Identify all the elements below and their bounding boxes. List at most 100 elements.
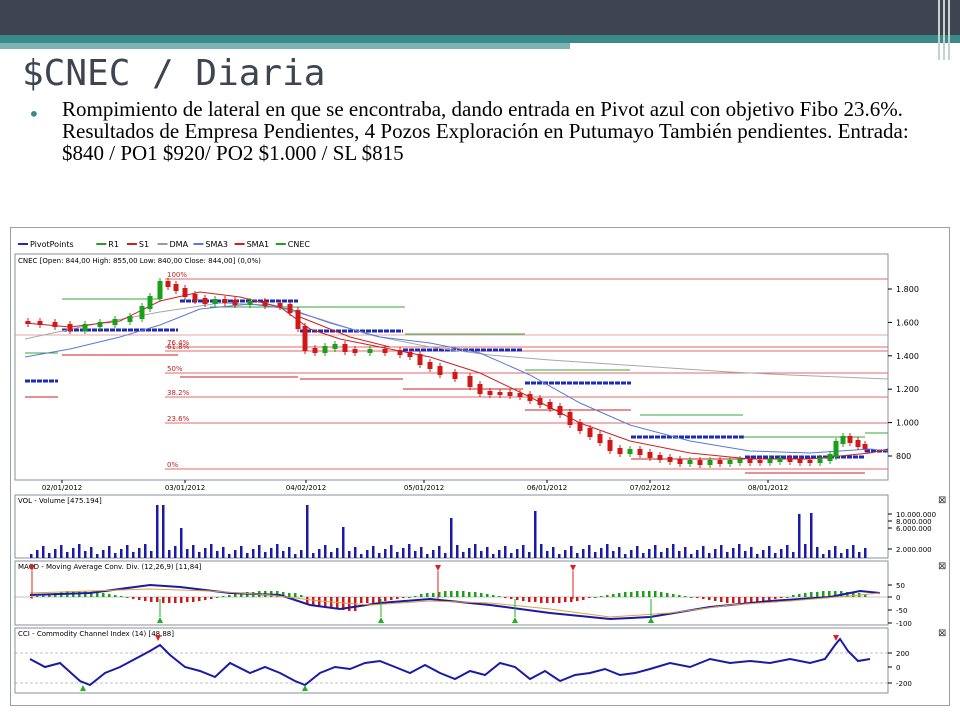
volume-bar-76 <box>486 547 489 558</box>
volume-bar-52 <box>342 527 345 558</box>
macd-ytick-3: -100 <box>896 620 912 628</box>
candle-10 <box>157 281 163 299</box>
candle-74 <box>827 454 833 461</box>
candle-2 <box>52 322 58 327</box>
macd-hist-16 <box>126 597 129 598</box>
macd-hist-128 <box>798 594 801 597</box>
volume-bar-64 <box>414 551 417 558</box>
price-ytick-1: 1.600 <box>896 318 919 327</box>
candle-44 <box>527 394 533 401</box>
volume-bar-124 <box>774 553 777 558</box>
macd-hist-22 <box>162 597 165 603</box>
volume-bar-16 <box>126 545 129 558</box>
volume-bar-133 <box>828 550 831 558</box>
corner-lines <box>936 0 960 60</box>
macd-hist-95 <box>600 596 603 597</box>
volume-bar-22 <box>162 505 165 558</box>
candle-70 <box>787 458 793 462</box>
price-xtick-5: 07/02/2012 <box>630 484 670 492</box>
fib-label-0: 100% <box>167 271 187 279</box>
macd-hist-109 <box>684 596 687 597</box>
candle-49 <box>577 422 583 431</box>
volume-bar-31 <box>216 551 219 558</box>
macd-hist-120 <box>750 597 753 602</box>
volume-label: VOL - Volume [475.194] <box>18 497 102 505</box>
macd-hist-98 <box>618 593 621 597</box>
volume-bar-19 <box>144 544 147 558</box>
macd-hist-127 <box>792 595 795 597</box>
volume-bar-14 <box>114 553 117 558</box>
macd-hist-123 <box>768 597 771 600</box>
macd-hist-64 <box>414 596 417 597</box>
macd-hist-122 <box>762 597 765 601</box>
candle-33 <box>407 352 413 357</box>
macd-hist-62 <box>402 597 405 598</box>
macd-hist-118 <box>738 597 741 603</box>
candle-64 <box>727 460 733 464</box>
candle-29 <box>352 349 358 353</box>
volume-bar-135 <box>840 553 843 558</box>
macd-hist-92 <box>582 597 585 600</box>
volume-bar-23 <box>168 550 171 558</box>
macd-hist-55 <box>360 597 363 603</box>
macd-hist-34 <box>234 594 237 597</box>
price-ytick-3: 1.200 <box>896 385 919 394</box>
macd-hist-15 <box>120 596 123 597</box>
volume-bar-47 <box>312 553 315 558</box>
volume-bar-105 <box>660 552 663 558</box>
macd-hist-125 <box>780 597 783 598</box>
volume-bar-41 <box>276 544 279 558</box>
volume-bar-90 <box>570 546 573 558</box>
legend-sma3: SMA3 <box>205 240 228 249</box>
volume-bar-66 <box>426 554 429 558</box>
volume-bar-136 <box>846 549 849 558</box>
macd-hist-61 <box>396 597 399 599</box>
volume-bar-40 <box>270 548 273 558</box>
macd-hist-90 <box>570 597 573 602</box>
volume-bar-114 <box>714 549 717 558</box>
macd-hist-25 <box>180 597 183 603</box>
volume-bar-107 <box>672 544 675 558</box>
candle-78 <box>855 440 861 447</box>
candle-12 <box>173 284 179 291</box>
volume-bar-35 <box>240 546 243 558</box>
candle-77 <box>847 436 853 443</box>
cci-close-icon: ⊠ <box>938 628 946 639</box>
macd-hist-28 <box>198 597 201 601</box>
volume-bar-12 <box>102 550 105 558</box>
volume-bar-7 <box>72 548 75 558</box>
volume-bar-4 <box>54 549 57 558</box>
price-xtick-2: 04/02/2012 <box>286 484 326 492</box>
macd-hist-57 <box>372 597 375 603</box>
candle-15 <box>202 298 208 304</box>
candle-40 <box>487 391 493 395</box>
price-ytick-2: 1.400 <box>896 352 919 361</box>
volume-bar-123 <box>768 546 771 558</box>
candle-36 <box>437 366 443 375</box>
macd-hist-113 <box>708 597 711 600</box>
macd-hist-130 <box>810 592 813 597</box>
volume-bar-74 <box>474 544 477 558</box>
volume-bar-98 <box>618 547 621 558</box>
volume-bar-15 <box>120 549 123 558</box>
macd-hist-79 <box>504 597 507 598</box>
volume-bar-128 <box>798 514 801 558</box>
top-bar <box>0 0 960 35</box>
candle-21 <box>277 303 283 307</box>
candle-61 <box>697 460 703 465</box>
macd-hist-107 <box>672 594 675 597</box>
volume-bar-37 <box>252 549 255 558</box>
price-ytick-5: 800 <box>896 452 911 461</box>
macd-hist-106 <box>666 593 669 597</box>
candle-27 <box>332 344 338 349</box>
volume-bar-43 <box>288 547 291 558</box>
cci-ytick-1: 0 <box>896 664 900 672</box>
volume-bar-83 <box>528 552 531 558</box>
volume-bar-0 <box>30 554 33 558</box>
macd-hist-58 <box>378 597 381 602</box>
volume-bar-82 <box>522 545 525 558</box>
candle-39 <box>477 384 483 394</box>
volume-bar-109 <box>684 547 687 558</box>
volume-bar-95 <box>600 548 603 558</box>
macd-hist-51 <box>336 597 339 609</box>
